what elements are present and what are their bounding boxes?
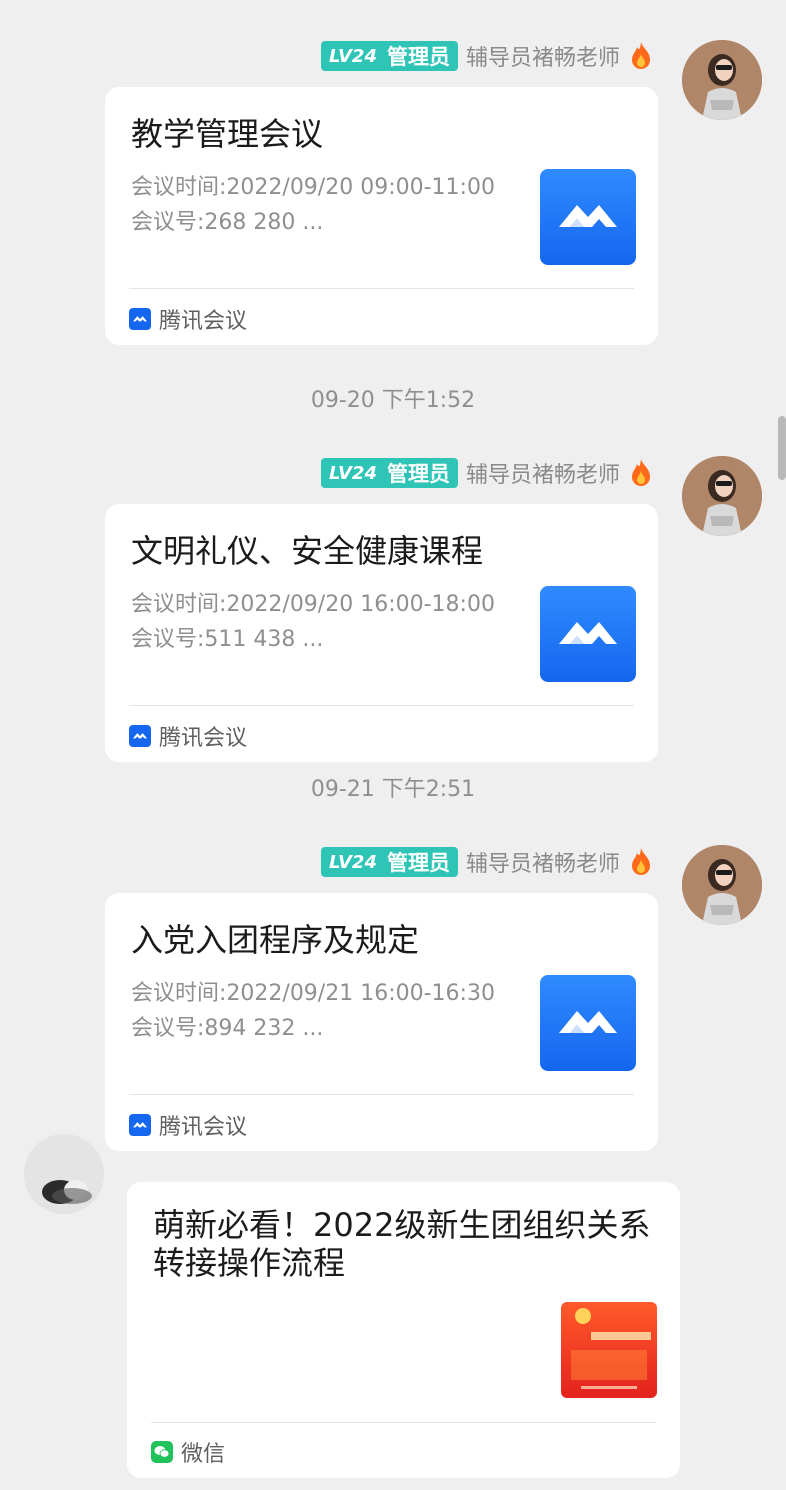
meeting-id: 会议号:268 280 ... (131, 210, 324, 235)
meeting-card[interactable]: 入党入团程序及规定 会议时间:2022/09/21 16:00-16:30 会议… (105, 893, 658, 1151)
meeting-time: 会议时间:2022/09/20 09:00-11:00 (131, 175, 495, 200)
source-label: 腾讯会议 (159, 309, 248, 334)
tencent-meeting-icon (129, 1114, 151, 1136)
sender-row: LV24 管理员 辅导员褚畅老师 (321, 39, 654, 73)
wechat-icon (151, 1441, 173, 1463)
tencent-meeting-icon (129, 308, 151, 330)
level-badge: LV24 管理员 (321, 41, 458, 71)
level-badge: LV24 管理员 (321, 847, 458, 877)
card-footer: 腾讯会议 (129, 303, 247, 335)
level-label: LV24 (329, 462, 377, 484)
source-label: 腾讯会议 (159, 1115, 248, 1140)
role-label: 管理员 (386, 462, 450, 486)
divider (129, 288, 634, 289)
card-footer: 腾讯会议 (129, 1109, 247, 1141)
meeting-card[interactable]: 文明礼仪、安全健康课程 会议时间:2022/09/20 16:00-18:00 … (105, 504, 658, 762)
meeting-time: 会议时间:2022/09/20 16:00-18:00 (131, 592, 495, 617)
tencent-meeting-icon (129, 725, 151, 747)
sender-name[interactable]: 辅导员褚畅老师 (466, 457, 620, 489)
meeting-time: 会议时间:2022/09/21 16:00-16:30 (131, 981, 495, 1006)
sender-row: LV24 管理员 辅导员褚畅老师 (321, 845, 654, 879)
level-badge: LV24 管理员 (321, 458, 458, 488)
card-footer: 腾讯会议 (129, 720, 247, 752)
card-footer: 微信 (151, 1436, 225, 1468)
divider (129, 1094, 634, 1095)
fire-icon (632, 848, 650, 875)
fire-icon (632, 459, 650, 486)
avatar[interactable] (682, 40, 762, 120)
avatar[interactable] (682, 845, 762, 925)
tencent-meeting-icon (540, 169, 636, 265)
level-label: LV24 (329, 851, 377, 873)
meeting-card[interactable]: 教学管理会议 会议时间:2022/09/20 09:00-11:00 会议号:2… (105, 87, 658, 345)
avatar[interactable] (682, 456, 762, 536)
timestamp: 09-21 下午2:51 (310, 777, 476, 802)
meeting-id: 会议号:894 232 ... (131, 1016, 324, 1041)
timestamp: 09-20 下午1:52 (310, 388, 476, 413)
sender-row: LV24 管理员 辅导员褚畅老师 (321, 456, 654, 490)
sender-name[interactable]: 辅导员褚畅老师 (466, 846, 620, 878)
article-title: 萌新必看！2022级新生团组织关系转接操作流程 (153, 1206, 651, 1282)
divider (129, 705, 634, 706)
tencent-meeting-icon (540, 586, 636, 682)
divider (151, 1422, 656, 1423)
source-label: 腾讯会议 (159, 726, 248, 751)
tencent-meeting-icon (540, 975, 636, 1071)
meeting-id: 会议号:511 438 ... (131, 627, 324, 652)
article-card[interactable]: 萌新必看！2022级新生团组织关系转接操作流程 微信 (127, 1182, 680, 1478)
fire-icon (632, 42, 650, 69)
role-label: 管理员 (386, 45, 450, 69)
meeting-title: 入党入团程序及规定 (131, 921, 420, 959)
avatar[interactable] (24, 1134, 104, 1214)
meeting-title: 教学管理会议 (131, 115, 324, 153)
sender-name[interactable]: 辅导员褚畅老师 (466, 40, 620, 72)
level-label: LV24 (329, 45, 377, 67)
source-label: 微信 (181, 1442, 226, 1467)
article-thumbnail (561, 1302, 657, 1398)
meeting-title: 文明礼仪、安全健康课程 (131, 532, 484, 570)
scrollbar-handle[interactable] (778, 416, 786, 480)
role-label: 管理员 (386, 851, 450, 875)
